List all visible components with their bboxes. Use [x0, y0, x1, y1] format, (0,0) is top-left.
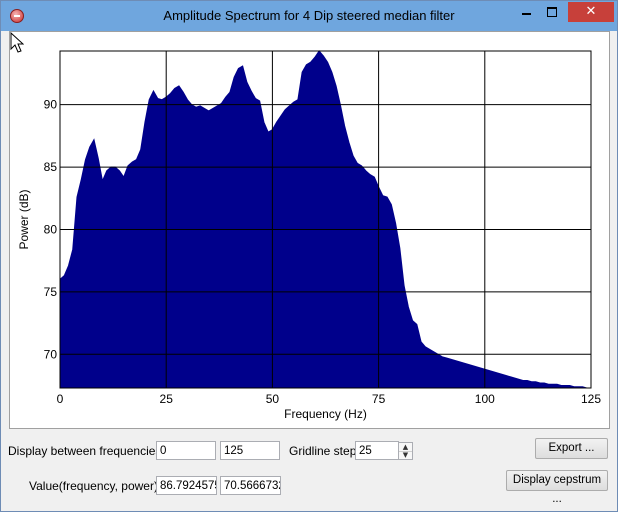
gridline-step-input[interactable]: 25 — [355, 441, 399, 460]
y-tick-label: 90 — [44, 98, 58, 112]
display-between-label: Display between frequencies — [8, 444, 162, 458]
x-tick-label: 50 — [266, 392, 280, 406]
value-frequency-field[interactable]: 86.7924575 — [156, 476, 217, 495]
x-tick-label: 25 — [160, 392, 174, 406]
gridline-step-spinner[interactable]: ▲ ▼ — [398, 442, 413, 460]
y-axis-label: Power (dB) — [17, 189, 31, 249]
y-tick-label: 80 — [44, 222, 58, 236]
freq-from-input[interactable]: 0 — [156, 441, 216, 460]
spectrum-window: Amplitude Spectrum for 4 Dip steered med… — [0, 0, 618, 512]
spin-down-icon[interactable]: ▼ — [399, 451, 412, 459]
x-axis-label: Frequency (Hz) — [284, 407, 367, 421]
export-button[interactable]: Export ... — [535, 438, 608, 459]
y-tick-label: 85 — [44, 160, 58, 174]
spectrum-chart: 0 25 50 75 100 125 70 75 80 85 90 Frequency (Hz) Pow… — [17, 50, 601, 421]
close-button[interactable]: ✕ — [568, 2, 614, 22]
x-tick-label: 75 — [372, 392, 386, 406]
title-bar[interactable]: Amplitude Spectrum for 4 Dip steered med… — [1, 1, 617, 31]
freq-to-input[interactable]: 125 — [220, 441, 280, 460]
display-cepstrum-button[interactable]: Display cepstrum ... — [506, 470, 608, 505]
x-tick-label: 0 — [57, 392, 64, 406]
spectrum-plot: 0 25 50 75 100 125 70 75 80 85 90 Frequency (Hz) Pow… — [9, 31, 610, 429]
mouse-cursor-icon — [10, 32, 24, 53]
y-tick-label: 75 — [44, 285, 58, 299]
minimize-button[interactable] — [513, 2, 539, 22]
spectrum-area — [59, 50, 591, 389]
value-power-field[interactable]: 70.5666732 — [220, 476, 281, 495]
x-tick-label: 125 — [581, 392, 601, 406]
gridline-step-label: Gridline step — [289, 444, 357, 458]
y-tick-label: 70 — [44, 347, 58, 361]
maximize-button[interactable] — [539, 2, 565, 22]
value-label: Value(frequency, power) — [29, 479, 158, 493]
x-tick-label: 100 — [475, 392, 495, 406]
